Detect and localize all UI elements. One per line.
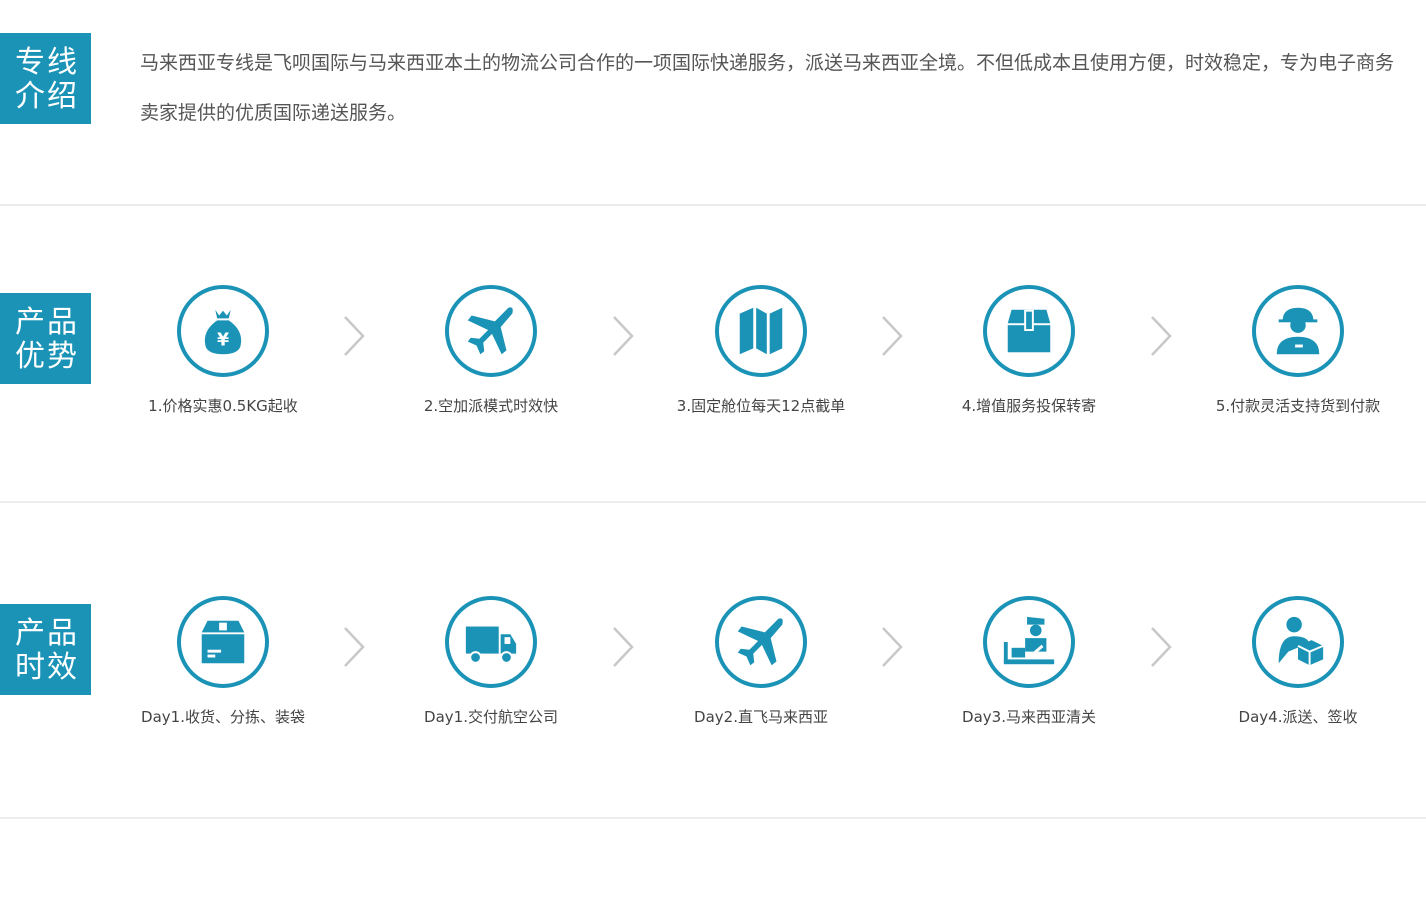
intro-tag-line2: 介绍 bbox=[15, 79, 79, 114]
advantage-item-3: 3.固定舱位每天12点截单 bbox=[626, 285, 896, 416]
intro-tag: 专线 介绍 bbox=[0, 33, 91, 124]
svg-text:¥: ¥ bbox=[217, 331, 229, 351]
map-icon bbox=[715, 285, 807, 377]
advantage-item-4: 4.增值服务投保转寄 bbox=[894, 285, 1164, 416]
box-icon bbox=[177, 596, 269, 688]
timeline-label-3: Day2.直飞马来西亚 bbox=[694, 708, 828, 726]
advantages-tag-line2: 优势 bbox=[15, 339, 79, 374]
customs-officer-icon bbox=[983, 596, 1075, 688]
courier-icon bbox=[1252, 285, 1344, 377]
timeline-label-1: Day1.收货、分拣、装袋 bbox=[141, 708, 305, 726]
timeline-label-5: Day4.派送、签收 bbox=[1238, 708, 1358, 726]
section-divider bbox=[0, 204, 1426, 206]
package-icon bbox=[983, 285, 1075, 377]
timeline-tag-line2: 时效 bbox=[15, 650, 79, 685]
advantage-item-1: ¥ 1.价格实惠0.5KG起收 bbox=[88, 285, 358, 416]
advantage-label-1: 1.价格实惠0.5KG起收 bbox=[148, 397, 298, 415]
advantage-label-2: 2.空加派模式时效快 bbox=[423, 397, 559, 415]
advantage-item-5: 5.付款灵活支持货到付款 bbox=[1163, 285, 1426, 416]
truck-icon bbox=[445, 596, 537, 688]
advantage-item-2: 2.空加派模式时效快 bbox=[356, 285, 626, 416]
advantages-tag-line1: 产品 bbox=[15, 305, 79, 340]
timeline-item-4: Day3.马来西亚清关 bbox=[894, 596, 1164, 727]
advantages-tag: 产品 优势 bbox=[0, 293, 91, 384]
intro-tag-line1: 专线 bbox=[15, 45, 79, 80]
advantage-label-5: 5.付款灵活支持货到付款 bbox=[1215, 397, 1381, 415]
timeline-item-5: Day4.派送、签收 bbox=[1163, 596, 1426, 727]
airplane-icon bbox=[715, 596, 807, 688]
money-bag-icon: ¥ bbox=[177, 285, 269, 377]
timeline-item-2: Day1.交付航空公司 bbox=[356, 596, 626, 727]
airplane-icon bbox=[445, 285, 537, 377]
section-divider bbox=[0, 817, 1426, 819]
timeline-item-3: Day2.直飞马来西亚 bbox=[626, 596, 896, 727]
delivery-person-icon bbox=[1252, 596, 1344, 688]
timeline-tag: 产品 时效 bbox=[0, 604, 91, 695]
timeline-label-4: Day3.马来西亚清关 bbox=[962, 708, 1096, 726]
timeline-tag-line1: 产品 bbox=[15, 616, 79, 651]
advantage-label-4: 4.增值服务投保转寄 bbox=[961, 397, 1097, 415]
timeline-label-2: Day1.交付航空公司 bbox=[424, 708, 558, 726]
advantage-label-3: 3.固定舱位每天12点截单 bbox=[676, 397, 846, 415]
timeline-item-1: Day1.收货、分拣、装袋 bbox=[88, 596, 358, 727]
intro-text: 马来西亚专线是飞呗国际与马来西亚本土的物流公司合作的一项国际快递服务，派送马来西… bbox=[140, 52, 1395, 124]
section-divider bbox=[0, 501, 1426, 503]
